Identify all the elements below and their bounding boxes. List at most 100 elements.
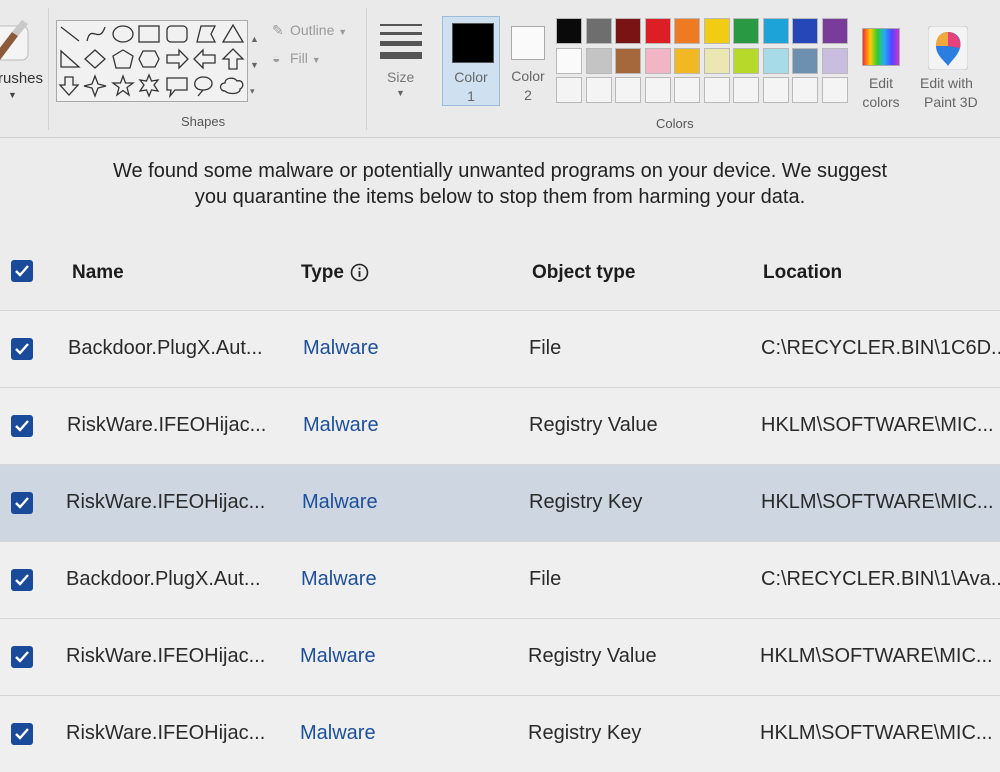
- brush-icon: [0, 20, 29, 61]
- table-row[interactable]: RiskWare.IFEOHijac... Malware Registry K…: [0, 464, 1000, 541]
- threat-name: Backdoor.PlugX.Aut...: [66, 568, 261, 590]
- palette-color-swatch[interactable]: [615, 47, 641, 74]
- palette-color-swatch[interactable]: [644, 18, 671, 44]
- more-shapes-icon[interactable]: ▾: [250, 78, 259, 104]
- line-shape-icon[interactable]: [60, 26, 80, 42]
- threat-name: Backdoor.PlugX.Aut...: [68, 337, 263, 359]
- five-point-star-icon[interactable]: [111, 74, 135, 97]
- outline-dropdown[interactable]: ✎ Outline ▼: [272, 22, 347, 39]
- curve-shape-icon[interactable]: [86, 26, 106, 42]
- row-checkbox[interactable]: [11, 723, 33, 745]
- threat-type-link[interactable]: Malware: [303, 337, 379, 360]
- palette-color-swatch[interactable]: [792, 18, 818, 44]
- row-checkbox[interactable]: [11, 569, 33, 591]
- table-row[interactable]: Backdoor.PlugX.Aut... Malware File C:\RE…: [0, 541, 1000, 618]
- table-row[interactable]: Backdoor.PlugX.Aut... Malware File C:\RE…: [0, 310, 1000, 387]
- right-triangle-shape-icon[interactable]: [60, 49, 81, 68]
- six-point-star-icon[interactable]: [138, 73, 160, 98]
- cloud-callout-icon[interactable]: [219, 77, 244, 95]
- rectangle-callout-icon[interactable]: [166, 77, 188, 99]
- palette-color-swatch[interactable]: [615, 18, 641, 44]
- table-row[interactable]: RiskWare.IFEOHijac... Malware Registry K…: [0, 695, 1000, 772]
- palette-color-swatch[interactable]: [733, 18, 759, 44]
- color-1-label: Color: [454, 69, 488, 85]
- color-1-number: 1: [467, 88, 475, 104]
- fill-label: Fill: [290, 50, 308, 66]
- palette-color-swatch[interactable]: [556, 18, 582, 44]
- scroll-down-icon[interactable]: ▼: [250, 52, 259, 78]
- palette-custom-swatch[interactable]: [733, 77, 759, 103]
- rounded-rectangle-shape-icon[interactable]: [166, 25, 188, 43]
- color-2-button[interactable]: Color 2: [504, 16, 552, 104]
- object-type: Registry Key: [529, 491, 643, 513]
- four-point-star-icon[interactable]: [83, 74, 107, 98]
- table-row[interactable]: RiskWare.IFEOHijac... Malware Registry V…: [0, 387, 1000, 464]
- check-icon: [15, 343, 29, 355]
- shapes-scroll[interactable]: ▲ ▼ ▾: [250, 26, 259, 104]
- polygon-shape-icon[interactable]: [196, 25, 217, 43]
- down-arrow-shape-icon[interactable]: [58, 76, 80, 96]
- palette-color-swatch[interactable]: [556, 47, 582, 74]
- select-all-checkbox[interactable]: [11, 260, 33, 282]
- up-arrow-shape-icon[interactable]: [221, 48, 245, 70]
- shapes-gallery[interactable]: [56, 20, 248, 102]
- threat-type-link[interactable]: Malware: [301, 568, 377, 591]
- color-1-button[interactable]: Color 1: [442, 16, 500, 106]
- left-arrow-shape-icon[interactable]: [193, 48, 216, 70]
- row-checkbox[interactable]: [11, 646, 33, 668]
- paint3d-icon: [928, 26, 968, 70]
- diamond-shape-icon[interactable]: [84, 49, 106, 69]
- palette-custom-swatch[interactable]: [644, 77, 671, 103]
- palette-color-swatch[interactable]: [762, 18, 789, 44]
- check-icon: [15, 420, 29, 432]
- row-checkbox[interactable]: [11, 338, 33, 360]
- palette-color-swatch[interactable]: [821, 47, 848, 74]
- fill-dropdown[interactable]: ◒ Fill ▼: [272, 50, 321, 66]
- palette-color-swatch[interactable]: [733, 47, 759, 74]
- pentagon-shape-icon[interactable]: [112, 49, 134, 69]
- threat-type-link[interactable]: Malware: [303, 414, 379, 437]
- rectangle-shape-icon[interactable]: [138, 25, 160, 43]
- palette-color-swatch[interactable]: [762, 47, 789, 74]
- threat-type-link[interactable]: Malware: [302, 491, 378, 514]
- palette-custom-swatch[interactable]: [556, 77, 582, 103]
- group-divider: [48, 8, 49, 130]
- threat-name: RiskWare.IFEOHijac...: [66, 645, 266, 667]
- palette-color-swatch[interactable]: [644, 47, 671, 74]
- column-header-name[interactable]: Name: [72, 262, 124, 284]
- scroll-up-icon[interactable]: ▲: [250, 26, 259, 52]
- threat-type-link[interactable]: Malware: [300, 722, 376, 745]
- palette-color-swatch[interactable]: [821, 18, 848, 44]
- row-checkbox[interactable]: [11, 492, 33, 514]
- hexagon-shape-icon[interactable]: [138, 50, 160, 68]
- column-header-object-type[interactable]: Object type: [532, 262, 635, 284]
- palette-color-swatch[interactable]: [585, 47, 612, 74]
- palette-custom-swatch[interactable]: [762, 77, 789, 103]
- palette-custom-swatch[interactable]: [585, 77, 612, 103]
- palette-color-swatch[interactable]: [674, 47, 700, 74]
- palette-color-swatch[interactable]: [703, 47, 730, 74]
- color-2-number: 2: [524, 87, 532, 103]
- table-row[interactable]: RiskWare.IFEOHijac... Malware Registry V…: [0, 618, 1000, 695]
- threat-type-link[interactable]: Malware: [300, 645, 376, 668]
- row-checkbox[interactable]: [11, 415, 33, 437]
- palette-custom-swatch[interactable]: [792, 77, 818, 103]
- paint3d-line-2: Paint 3D: [924, 94, 978, 110]
- oval-shape-icon[interactable]: [112, 25, 134, 43]
- palette-custom-swatch[interactable]: [674, 77, 700, 103]
- info-icon[interactable]: [350, 263, 369, 282]
- size-icon: [380, 24, 422, 59]
- oval-callout-icon[interactable]: [194, 76, 213, 97]
- palette-custom-swatch[interactable]: [821, 77, 848, 103]
- column-header-type[interactable]: Type: [301, 262, 369, 284]
- palette-custom-swatch[interactable]: [703, 77, 730, 103]
- object-type: Registry Value: [528, 645, 657, 667]
- palette-custom-swatch[interactable]: [615, 77, 641, 103]
- palette-color-swatch[interactable]: [674, 18, 700, 44]
- right-arrow-shape-icon[interactable]: [166, 48, 189, 70]
- column-header-location[interactable]: Location: [763, 262, 842, 284]
- palette-color-swatch[interactable]: [585, 18, 612, 44]
- palette-color-swatch[interactable]: [703, 18, 730, 44]
- triangle-shape-icon[interactable]: [221, 23, 245, 43]
- palette-color-swatch[interactable]: [792, 47, 818, 74]
